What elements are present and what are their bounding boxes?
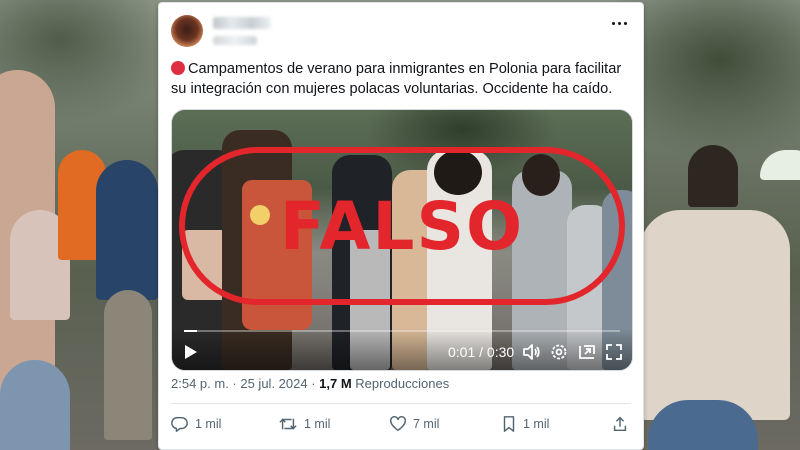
views-label: Reproducciones xyxy=(351,376,450,391)
reply-count: 1 mil xyxy=(195,417,222,431)
pip-icon[interactable] xyxy=(577,342,597,362)
more-icon[interactable] xyxy=(609,13,631,35)
play-icon[interactable] xyxy=(184,344,198,360)
tweet-body: Campamentos de verano para inmigrantes e… xyxy=(171,61,622,97)
repost-icon xyxy=(279,418,297,430)
avatar[interactable] xyxy=(171,15,203,47)
background-person xyxy=(688,145,738,207)
background-umbrella xyxy=(760,150,800,180)
reply-icon xyxy=(171,416,188,432)
bookmark-count: 1 mil xyxy=(523,417,550,431)
action-bar: 1 mil 1 mil 7 mil 1 mil xyxy=(171,415,631,439)
background-person xyxy=(640,210,790,420)
fullscreen-icon[interactable] xyxy=(604,342,624,362)
views-count: 1,7 M xyxy=(319,376,352,391)
tweet-meta: 2:54 p. m. · 25 jul. 2024 · 1,7 M Reprod… xyxy=(171,376,449,391)
red-circle-icon xyxy=(171,61,185,75)
bookmark-icon xyxy=(503,416,515,432)
tweet-datetime[interactable]: 2:54 p. m. · 25 jul. 2024 · xyxy=(171,376,319,391)
background-person xyxy=(104,290,152,440)
repost-button[interactable]: 1 mil xyxy=(278,415,330,433)
falso-stamp: FALSO xyxy=(179,147,625,305)
tweet-text: Campamentos de verano para inmigrantes e… xyxy=(171,59,631,99)
bookmark-button[interactable]: 1 mil xyxy=(501,415,549,433)
video-player[interactable]: FALSO 0:01 / 0:30 xyxy=(171,109,633,371)
reply-button[interactable]: 1 mil xyxy=(171,415,221,433)
background-person xyxy=(0,360,70,450)
blurred-display-name xyxy=(213,17,271,29)
blurred-username xyxy=(213,36,257,45)
divider xyxy=(171,403,631,404)
video-time: 0:01 / 0:30 xyxy=(448,344,515,360)
tweet-header xyxy=(171,11,631,51)
repost-count: 1 mil xyxy=(304,417,331,431)
video-progress-fill xyxy=(184,330,198,332)
background-person xyxy=(648,400,758,450)
background-person xyxy=(96,160,158,300)
tweet-card: Campamentos de verano para inmigrantes e… xyxy=(158,2,644,450)
volume-icon[interactable] xyxy=(521,342,541,362)
like-button[interactable]: 7 mil xyxy=(389,415,439,433)
settings-icon[interactable] xyxy=(549,342,569,362)
share-icon xyxy=(613,416,627,432)
share-button[interactable] xyxy=(611,415,629,433)
stamp-text: FALSO xyxy=(279,187,525,265)
video-progress-bar[interactable] xyxy=(184,330,620,332)
like-icon xyxy=(390,416,406,432)
like-count: 7 mil xyxy=(413,417,440,431)
